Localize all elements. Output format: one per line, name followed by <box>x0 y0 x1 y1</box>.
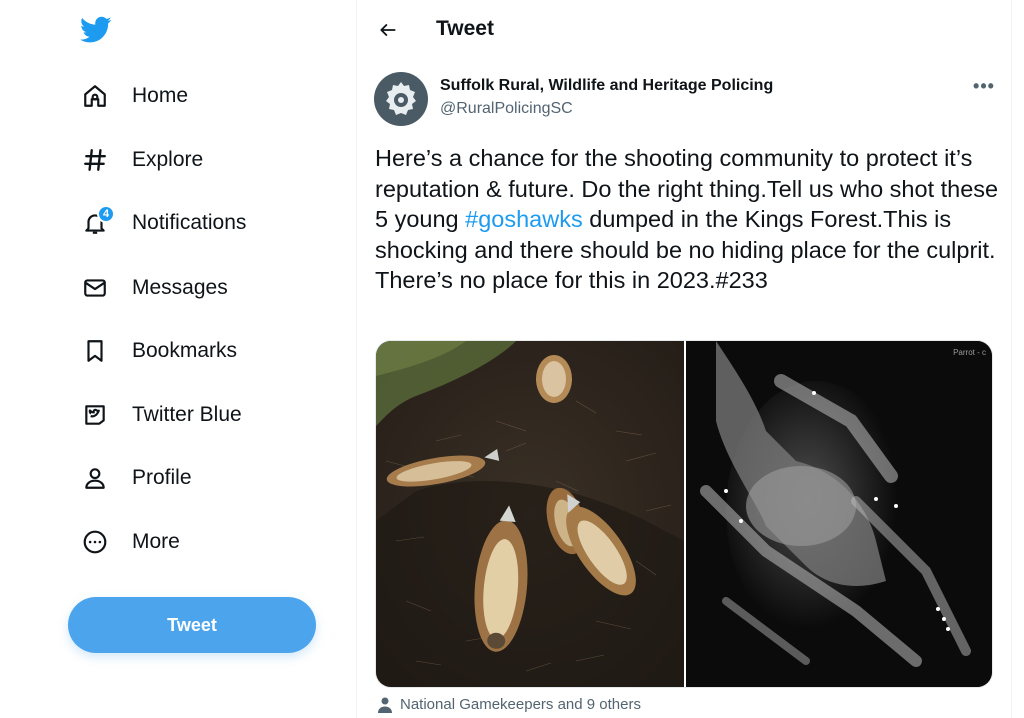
envelope-icon <box>80 273 110 303</box>
column-divider <box>356 0 357 718</box>
nav-item-home[interactable]: Home <box>80 74 188 118</box>
more-options-icon[interactable]: ••• <box>970 76 998 96</box>
nav-label: More <box>132 530 180 553</box>
nav-label: Home <box>132 84 189 107</box>
sidebar: Home Explore 4 Notifications Messages Bo… <box>0 0 356 718</box>
avatar[interactable] <box>374 72 428 126</box>
person-icon <box>80 463 110 493</box>
nav-label: Explore <box>132 148 204 171</box>
police-badge-icon <box>386 82 416 115</box>
back-button[interactable] <box>375 17 401 43</box>
tagged-label: National Gamekeepers and 9 others <box>400 696 641 713</box>
person-icon <box>378 697 394 713</box>
nav-item-profile[interactable]: Profile <box>80 456 192 500</box>
nav-label: Notifications <box>132 211 247 234</box>
tweet-button[interactable]: Tweet <box>68 597 316 653</box>
bookmark-icon <box>80 336 110 366</box>
nav-item-messages[interactable]: Messages <box>80 266 228 310</box>
nav-item-twitter-blue[interactable]: Twitter Blue <box>80 393 242 437</box>
twitter-logo-icon[interactable] <box>80 16 114 46</box>
nav-item-explore[interactable]: Explore <box>80 138 203 182</box>
tagged-people[interactable]: National Gamekeepers and 9 others <box>378 696 641 713</box>
nav-label: Bookmarks <box>132 339 238 362</box>
notification-badge: 4 <box>97 205 115 223</box>
bell-icon: 4 <box>80 205 115 238</box>
page-title: Tweet <box>436 17 494 40</box>
arrow-left-icon <box>380 24 396 36</box>
goshawks-photo[interactable] <box>376 341 684 687</box>
nav-label: Profile <box>132 466 192 489</box>
nav-item-bookmarks[interactable]: Bookmarks <box>80 329 237 373</box>
column-divider <box>1011 0 1012 718</box>
author-name[interactable]: Suffolk Rural, Wildlife and Heritage Pol… <box>440 77 773 95</box>
more-circle-icon <box>80 527 110 557</box>
nav-item-more[interactable]: More <box>80 520 180 564</box>
tweet-text: Here’s a chance for the shooting communi… <box>375 143 1005 296</box>
tweet-media: Parrot - c <box>375 340 993 688</box>
hashtag-icon <box>80 145 110 175</box>
nav-label: Twitter Blue <box>132 403 242 426</box>
goshawk-carcass <box>536 355 572 403</box>
twitter-blue-icon <box>80 400 110 430</box>
hashtag-link[interactable]: #goshawks <box>465 206 583 232</box>
author-handle[interactable]: @RuralPolicingSC <box>440 100 573 118</box>
tweet-header: Tweet <box>357 0 1011 60</box>
home-icon <box>80 81 110 111</box>
nav-item-notifications[interactable]: 4 Notifications <box>80 201 246 245</box>
nav-label: Messages <box>132 276 228 299</box>
xray-watermark: Parrot - c <box>953 348 986 357</box>
xray-image[interactable]: Parrot - c <box>686 341 992 687</box>
